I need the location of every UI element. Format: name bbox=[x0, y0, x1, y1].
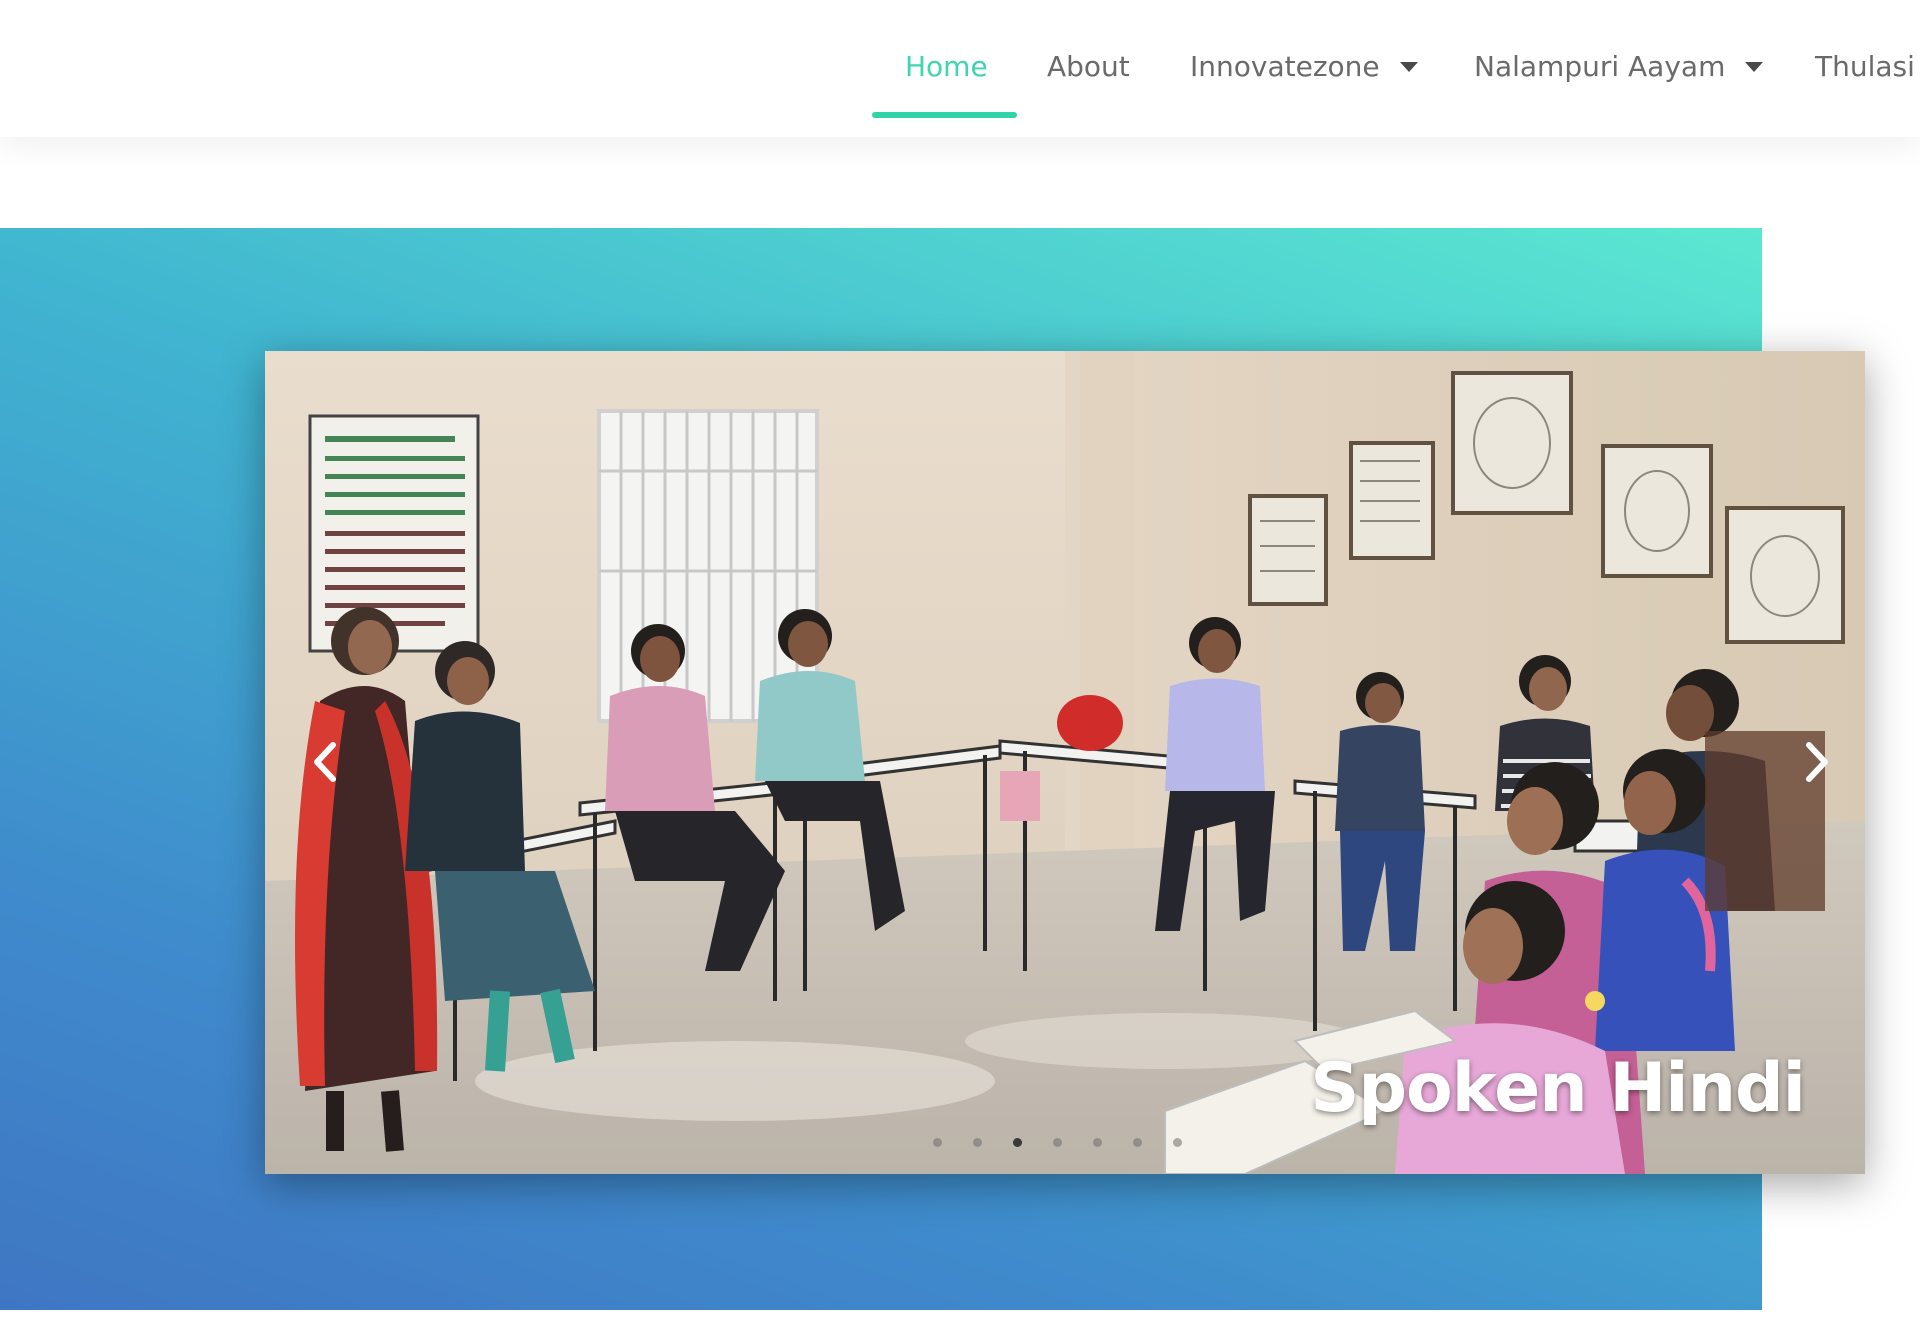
slider-dot[interactable] bbox=[1053, 1137, 1062, 1147]
slider-dot[interactable] bbox=[1173, 1137, 1182, 1147]
slider-prev-button[interactable] bbox=[305, 737, 345, 787]
nav-item-innovatezone[interactable]: Innovatezone bbox=[1190, 44, 1418, 88]
caret-down-icon bbox=[1399, 62, 1418, 72]
main-nav: Home About Innovatezone Nalampuri Aayam … bbox=[0, 0, 1920, 137]
slider-next-button[interactable] bbox=[1797, 737, 1837, 787]
slide-caption: Spoken Hindi bbox=[1310, 1049, 1806, 1128]
slider-dot[interactable] bbox=[1013, 1137, 1022, 1147]
nav-item-label: Thulasi bbox=[1815, 49, 1915, 83]
slider-dot[interactable] bbox=[1093, 1137, 1102, 1147]
chevron-right-icon bbox=[1806, 742, 1828, 782]
chevron-left-icon bbox=[314, 742, 336, 782]
nav-item-home[interactable]: Home bbox=[905, 44, 988, 88]
nav-item-label: Innovatezone bbox=[1190, 49, 1380, 83]
nav-item-label: Nalampuri Aayam bbox=[1474, 49, 1726, 83]
nav-item-about[interactable]: About bbox=[1047, 44, 1130, 88]
active-nav-indicator bbox=[872, 112, 1017, 118]
slider-dot[interactable] bbox=[1133, 1137, 1142, 1147]
nav-item-label: About bbox=[1047, 49, 1130, 83]
slider-pagination bbox=[933, 1135, 1182, 1149]
site-header: Home About Innovatezone Nalampuri Aayam … bbox=[0, 0, 1920, 137]
image-slider: Spoken Hindi bbox=[265, 351, 1865, 1174]
nav-item-thulasi[interactable]: Thulasi bbox=[1815, 44, 1915, 88]
slider-dot[interactable] bbox=[933, 1137, 942, 1147]
slider-dot[interactable] bbox=[973, 1137, 982, 1147]
nav-item-label: Home bbox=[905, 49, 988, 83]
nav-item-nalampuri-aayam[interactable]: Nalampuri Aayam bbox=[1474, 44, 1764, 88]
caret-down-icon bbox=[1745, 62, 1764, 72]
